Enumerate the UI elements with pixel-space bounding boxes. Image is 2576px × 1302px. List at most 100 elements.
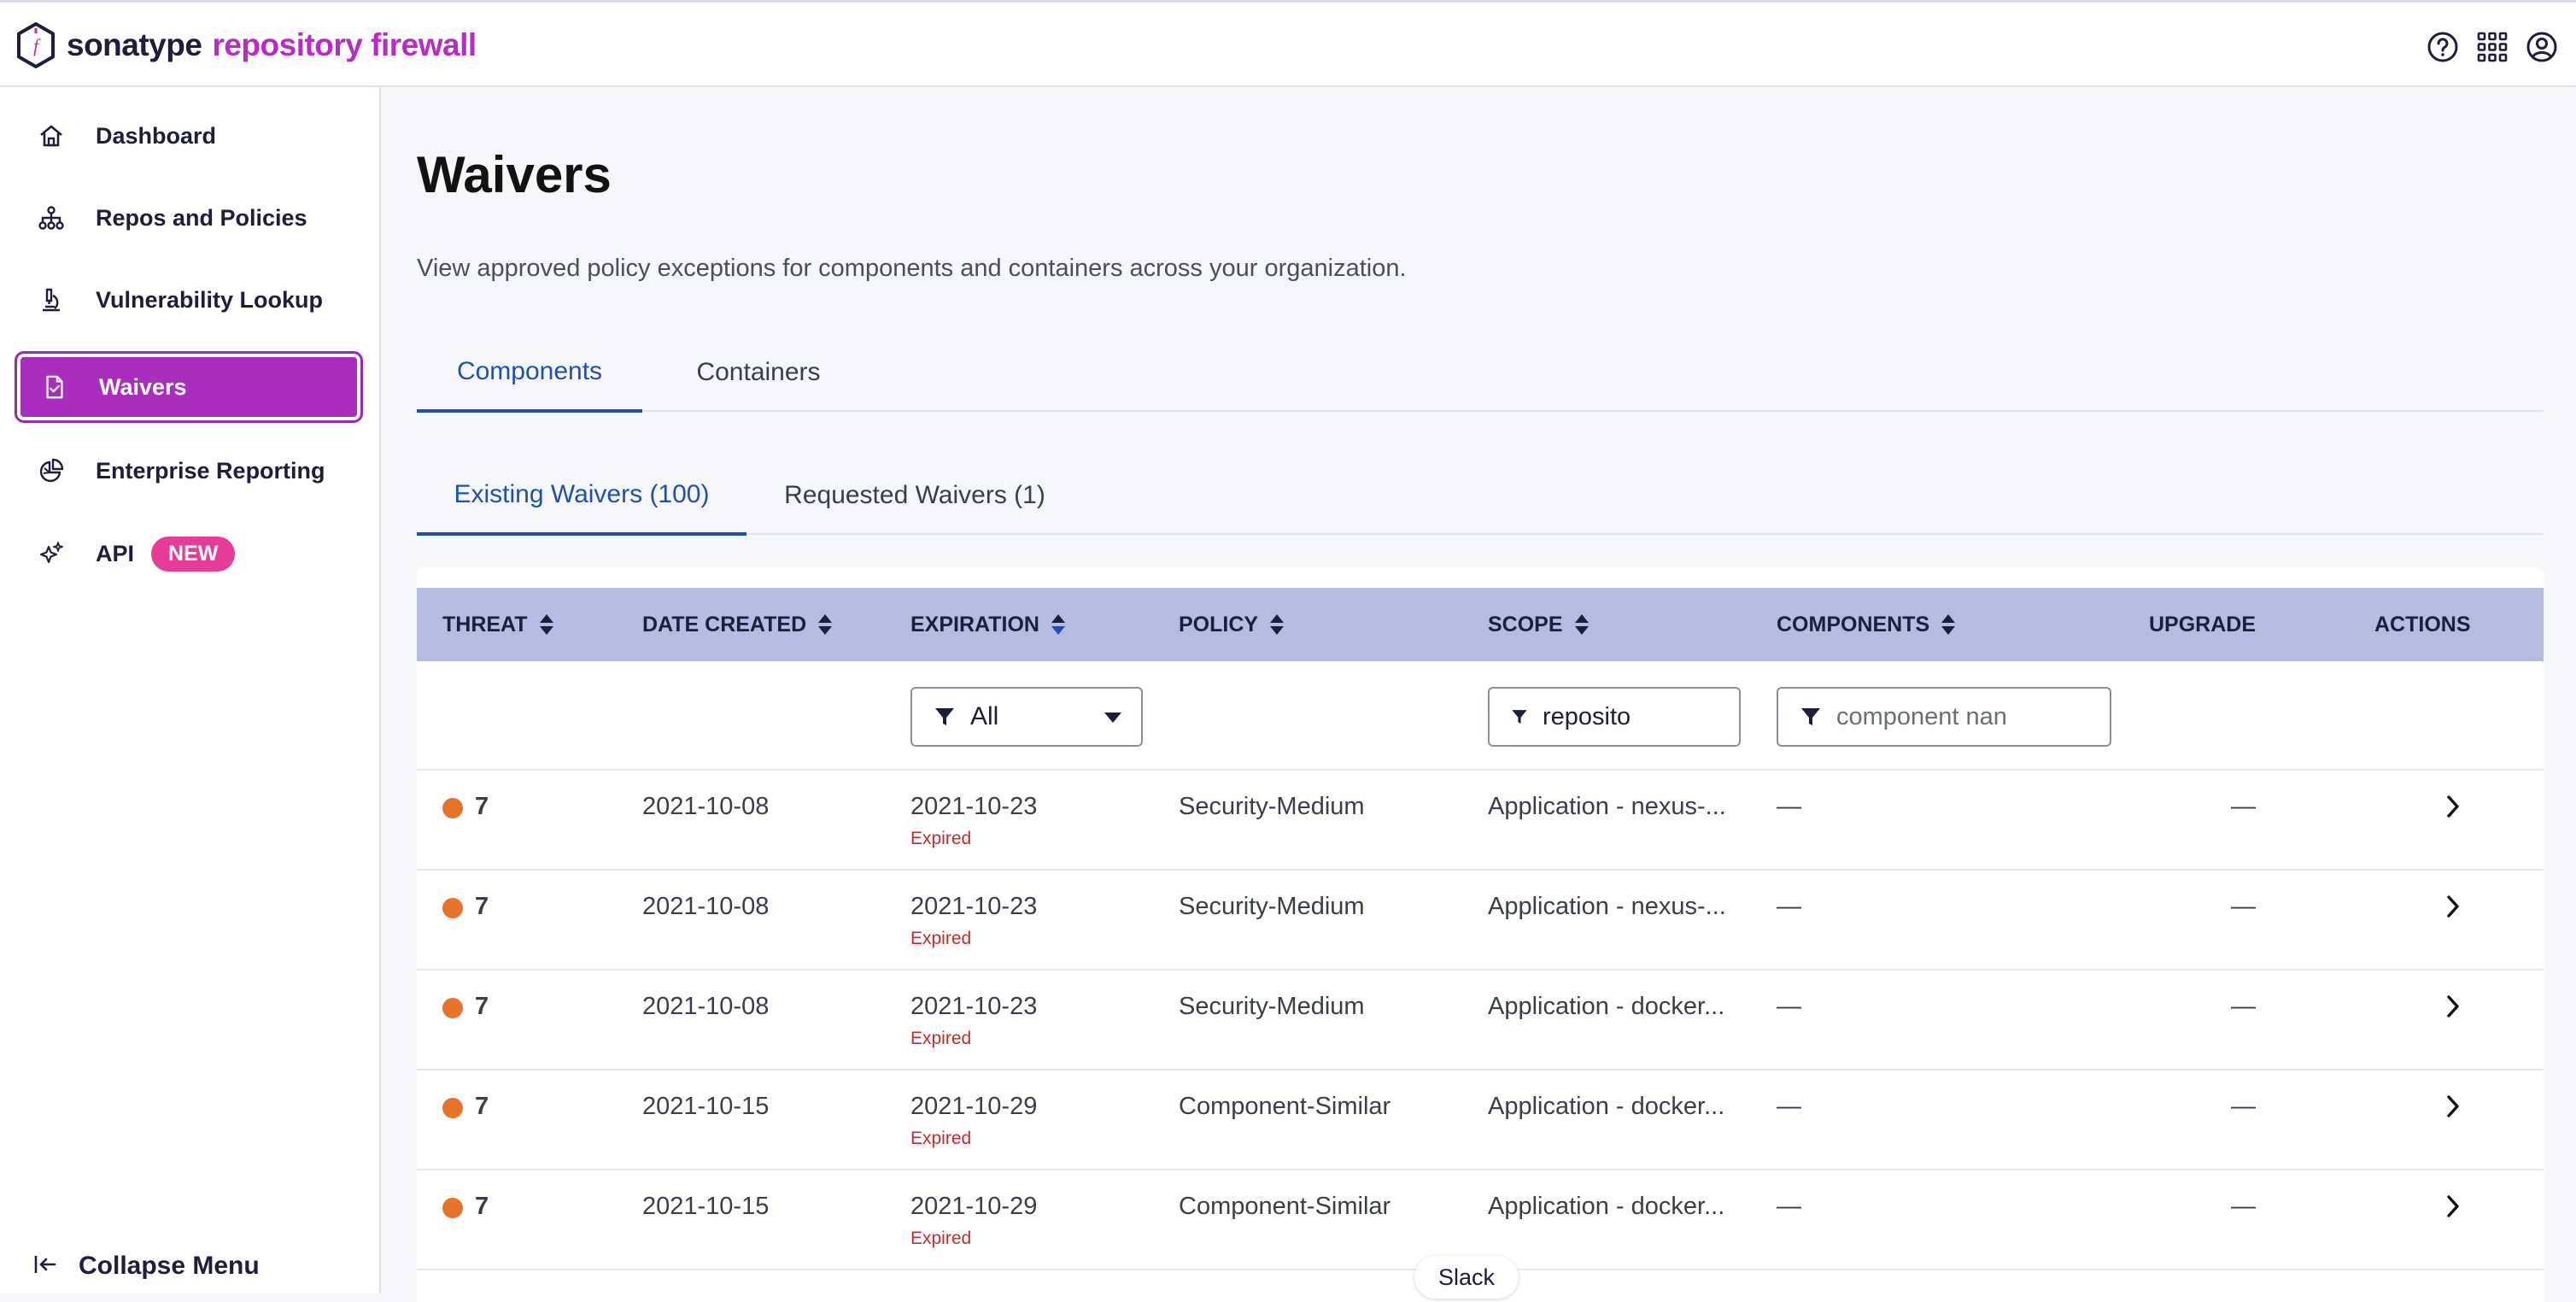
upgrade-cell: — [2231,793,2256,820]
expiration-filter-select[interactable]: All [910,687,1143,747]
components-cell: — [1777,893,1801,920]
table-row[interactable]: 7 2021-10-08 2021-10-23 Expired Security… [417,971,2544,1070]
secondary-tabs: Existing Waivers (100) Requested Waivers… [417,456,2544,536]
help-icon[interactable] [2417,21,2468,73]
table-header: THREAT DATE CREATED EXPIRATION POLICY SC… [417,588,2544,661]
expiration-cell: 2021-10-23 [910,793,1038,820]
date-created-cell: 2021-10-15 [642,1093,770,1120]
column-header-components[interactable]: COMPONENTS [1777,588,1957,661]
scope-cell: Application - nexus-... [1488,793,1726,820]
table-row[interactable]: 7 2021-10-15 2021-10-29 Expired Componen… [417,1070,2544,1170]
new-badge: NEW [151,536,236,572]
chevron-right-icon[interactable] [2433,986,2474,1027]
components-cell: — [1777,1193,1801,1220]
upgrade-cell: — [2231,993,2256,1020]
expired-status: Expired [910,829,972,848]
expired-status: Expired [910,1129,972,1148]
sidebar-item-label: API [96,540,135,566]
sidebar-item-waivers[interactable]: Waivers [15,351,363,423]
threat-value: 7 [475,993,489,1020]
components-filter-input[interactable] [1777,687,2111,747]
expiration-cell: 2021-10-23 [910,893,1038,920]
column-header-date-created[interactable]: DATE CREATED [642,588,834,661]
upgrade-cell: — [2231,1093,2256,1120]
date-created-cell: 2021-10-15 [642,1193,770,1220]
upgrade-cell: — [2231,1193,2256,1220]
expiration-filter-value: All [970,702,999,730]
tab-requested-waivers[interactable]: Requested Waivers (1) [774,456,1056,535]
top-bar: f sonatype repository firewall [0,0,2576,87]
policy-cell: Component-Similar [1179,1193,1391,1220]
apps-grid-icon[interactable] [2467,21,2518,73]
sort-icon [539,614,553,635]
sidebar-item-api[interactable]: API NEW [17,520,360,587]
policy-cell: Security-Medium [1179,793,1365,820]
main-content: Waivers View approved policy exceptions … [383,87,2576,1302]
filter-icon [1801,708,1820,725]
threat-value: 7 [475,1093,489,1120]
chevron-right-icon[interactable] [2433,786,2474,827]
scope-cell: Application - docker... [1488,1093,1725,1120]
column-header-policy[interactable]: POLICY [1179,588,1285,661]
sparkle-icon [36,538,67,569]
tab-existing-waivers[interactable]: Existing Waivers (100) [417,456,746,536]
sort-icon [1941,614,1956,635]
sidebar-item-label: Dashboard [96,122,217,149]
table-row[interactable]: 7 2021-10-08 2021-10-23 Expired Security… [417,871,2544,971]
chevron-right-icon[interactable] [2433,1186,2474,1227]
column-header-actions: ACTIONS [2374,612,2471,636]
sidebar-item-enterprise-reporting[interactable]: Enterprise Reporting [17,437,360,504]
sidebar-item-vulnerability-lookup[interactable]: Vulnerability Lookup [17,267,360,333]
sort-icon [1270,614,1285,635]
column-header-upgrade: UPGRADE [2149,612,2257,636]
scope-filter-field[interactable] [1543,702,1739,731]
components-filter-field[interactable] [1836,702,2110,731]
threat-value: 7 [475,793,489,820]
sidebar-item-dashboard[interactable]: Dashboard [17,103,360,169]
filter-row: All [417,661,2544,771]
pie-chart-icon [36,455,67,486]
product-name: repository firewall [212,27,477,62]
primary-tabs: Components Containers [417,333,2544,413]
chevron-right-icon[interactable] [2433,886,2474,927]
svg-text:f: f [33,35,41,56]
tab-containers[interactable]: Containers [666,333,851,412]
brand-name: sonatype [67,27,202,62]
sidebar-item-label: Waivers [99,373,187,400]
components-cell: — [1777,1093,1801,1120]
column-header-threat[interactable]: THREAT [442,588,555,661]
policy-cell: Security-Medium [1179,893,1365,920]
filter-icon [935,708,954,725]
expiration-cell: 2021-10-29 [910,1193,1038,1220]
slack-button[interactable]: Slack [1414,1256,1519,1299]
sidebar-item-repos-and-policies[interactable]: Repos and Policies [17,185,360,251]
sort-icon [1574,614,1589,635]
sidebar-item-label: Vulnerability Lookup [96,286,324,313]
expired-status: Expired [910,1029,972,1048]
policy-cell: Component-Similar [1179,1093,1391,1120]
scope-cell: Application - nexus-... [1488,893,1726,920]
threat-level-dot [442,1098,463,1118]
home-icon [36,120,67,151]
threat-level-dot [442,998,463,1018]
chevron-right-icon[interactable] [2433,1086,2474,1127]
column-header-scope[interactable]: SCOPE [1488,588,1590,661]
upgrade-cell: — [2231,893,2256,920]
table-row[interactable]: 7 2021-10-08 2021-10-23 Expired Security… [417,771,2544,871]
sidebar-item-label: Repos and Policies [96,204,307,231]
column-header-expiration[interactable]: EXPIRATION [910,588,1067,661]
collapse-arrow-icon [32,1252,58,1281]
threat-level-dot [442,798,463,818]
threat-level-dot [442,1198,463,1218]
chevron-down-icon [1104,713,1121,723]
scope-cell: Application - docker... [1488,1193,1725,1220]
logo[interactable]: f sonatype repository firewall [15,21,477,69]
collapse-menu-button[interactable]: Collapse Menu [32,1247,260,1285]
threat-value: 7 [475,893,489,920]
scope-filter-input[interactable] [1488,687,1741,747]
tab-components[interactable]: Components [417,333,642,413]
expiration-cell: 2021-10-29 [910,1093,1038,1120]
hierarchy-icon [36,202,67,233]
user-account-icon[interactable] [2516,21,2567,73]
expiration-cell: 2021-10-23 [910,993,1038,1020]
